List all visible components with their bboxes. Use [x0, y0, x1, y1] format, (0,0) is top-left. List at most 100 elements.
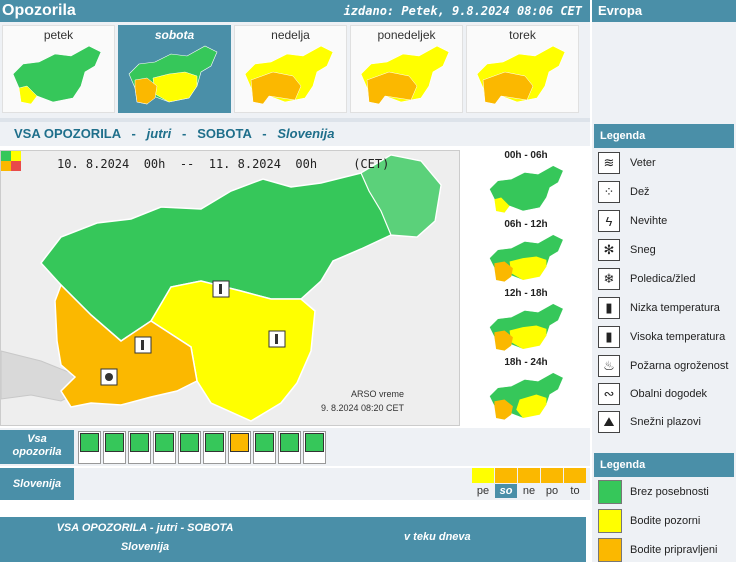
thunderstorm-icon: ϟ — [598, 210, 620, 232]
level-swatch — [598, 509, 622, 533]
thunderstorm-icon-cell[interactable] — [128, 431, 151, 464]
coastal-event-icon: ∾ — [598, 383, 620, 405]
low-temperature-icon-cell[interactable] — [203, 431, 226, 464]
slot-label: 06h - 12h — [504, 219, 548, 230]
title-all-warnings: VSA OPOZORILA — [14, 126, 121, 141]
snow-icon: ✻ — [598, 239, 620, 261]
day-bars: pe so ne po to — [472, 468, 586, 498]
thunderstorm-icon — [130, 433, 149, 452]
title-region: Slovenija — [277, 126, 335, 141]
temp-marker[interactable] — [134, 336, 152, 354]
temp-marker[interactable] — [212, 280, 230, 298]
legend-item: ∾ Obalni dogodek — [596, 381, 734, 409]
low-temperature-icon — [205, 433, 224, 452]
coastal-event-icon — [280, 433, 299, 452]
day-map-ponedeljek — [360, 45, 450, 105]
fire-danger-icon — [255, 433, 274, 452]
high-temperature-icon: ▮ — [598, 326, 620, 348]
day-tab-petek[interactable]: petek — [2, 25, 115, 113]
day-bar-label: ne — [522, 485, 536, 497]
legend-item: ❄ Poledica/žled — [596, 266, 734, 294]
legend-item: ♨ Požarna ogroženost — [596, 353, 734, 381]
rain-icon-cell[interactable] — [103, 431, 126, 464]
slot-label: 12h - 18h — [504, 288, 548, 299]
slovenia-map — [1, 151, 459, 425]
legend-item: ϟ Nevihte — [596, 208, 734, 236]
day-bar-po[interactable] — [541, 468, 563, 483]
day-tab-ponedeljek[interactable]: ponedeljek — [350, 25, 463, 113]
ice-icon-cell[interactable] — [178, 431, 201, 464]
fire-danger-icon-cell[interactable] — [253, 431, 276, 464]
slot-06-12[interactable]: 06h - 12h — [464, 219, 588, 288]
coastal-event-icon-cell[interactable] — [278, 431, 301, 464]
issued-timestamp: izdano: Petek, 9.8.2024 08:06 CET — [343, 4, 582, 18]
slot-18-24[interactable]: 18h - 24h — [464, 357, 588, 426]
legend-level-item: Brez posebnosti — [596, 478, 734, 508]
slot-label: 18h - 24h — [504, 357, 548, 368]
title-tomorrow: jutri — [146, 126, 172, 141]
day-bar-label: to — [570, 485, 580, 497]
legend-item: ⛰ Snežni plazovi — [596, 409, 734, 437]
footer-region: Slovenija — [120, 541, 170, 553]
day-tabs: petek sobota nedelja ponedeljek torek — [0, 22, 590, 118]
map-credit: ARSO vreme 9. 8.2024 08:20 CET — [321, 389, 405, 413]
europe-tab[interactable]: Evropa — [592, 0, 736, 22]
day-bar-to[interactable] — [564, 468, 586, 483]
legend-item: ⁘ Dež — [596, 179, 734, 207]
snow-icon-cell[interactable] — [153, 431, 176, 464]
legend-item: ✻ Sneg — [596, 237, 734, 265]
high-temperature-icon — [230, 433, 249, 452]
day-tab-label: nedelja — [271, 28, 310, 42]
level-swatch — [598, 480, 622, 504]
day-tab-label: ponedeljek — [377, 28, 436, 42]
wind-icon — [80, 433, 99, 452]
title-day: SOBOTA — [197, 126, 252, 141]
slot-12-18[interactable]: 12h - 18h — [464, 288, 588, 357]
ice-icon: ❄ — [598, 268, 620, 290]
slot-map — [489, 234, 564, 282]
avalanche-icon-cell[interactable] — [303, 431, 326, 464]
warnings-title: VSA OPOZORILA - jutri - SOBOTA - Sloveni… — [0, 122, 590, 146]
slot-map — [489, 303, 564, 351]
legend-level-item: Bodite pripravljeni — [596, 536, 734, 562]
main-warning-map[interactable]: 10. 8.2024 00h -- 11. 8.2024 00h (CET) A… — [0, 150, 460, 426]
day-bar-pe[interactable] — [472, 468, 494, 483]
time-slot-maps: 00h - 06h 06h - 12h 12h - 18h 18h - 24h — [464, 150, 588, 426]
footer-title: VSA OPOZORILA - jutri - SOBOTA — [56, 522, 234, 534]
day-bar-so[interactable] — [495, 468, 517, 483]
day-map-nedelja — [244, 45, 334, 105]
rain-icon — [105, 433, 124, 452]
day-map-petek — [12, 45, 102, 105]
header-bar: Opozorila izdano: Petek, 9.8.2024 08:06 … — [0, 0, 590, 22]
legend-item: ▮ Nizka temperatura — [596, 295, 734, 323]
day-bar-label: so — [495, 484, 517, 498]
fire-marker[interactable] — [100, 368, 118, 386]
day-tab-label: torek — [509, 28, 536, 42]
region-label[interactable]: Slovenija — [0, 468, 74, 500]
day-tab-nedelja[interactable]: nedelja — [234, 25, 347, 113]
day-tab-label: petek — [43, 28, 74, 42]
day-bar-ne[interactable] — [518, 468, 540, 483]
slot-00-06[interactable]: 00h - 06h — [464, 150, 588, 219]
page-title: Opozorila — [2, 2, 76, 19]
temp-marker[interactable] — [268, 330, 286, 348]
legend-levels-title: Legenda — [594, 453, 734, 477]
avalanche-icon — [305, 433, 324, 452]
wind-icon: ≋ — [598, 152, 620, 174]
day-tab-torek[interactable]: torek — [466, 25, 579, 113]
day-tab-sobota[interactable]: sobota — [118, 25, 231, 113]
low-temperature-icon: ▮ — [598, 297, 620, 319]
day-tab-label: sobota — [154, 28, 195, 42]
day-map-sobota — [128, 45, 218, 105]
fire-danger-icon: ♨ — [598, 355, 620, 377]
footer-bar: VSA OPOZORILA - jutri - SOBOTA Slovenija… — [0, 517, 586, 562]
slot-map — [489, 165, 564, 213]
level-swatch — [598, 538, 622, 562]
all-warnings-label[interactable]: Vsa opozorila — [0, 430, 74, 464]
slot-label: 00h - 06h — [504, 150, 548, 161]
ice-icon — [180, 433, 199, 452]
footer-during-day: v teku dneva — [404, 531, 471, 543]
high-temperature-icon-cell[interactable] — [228, 431, 251, 464]
slot-map — [489, 372, 564, 420]
wind-icon-cell[interactable] — [78, 431, 101, 464]
